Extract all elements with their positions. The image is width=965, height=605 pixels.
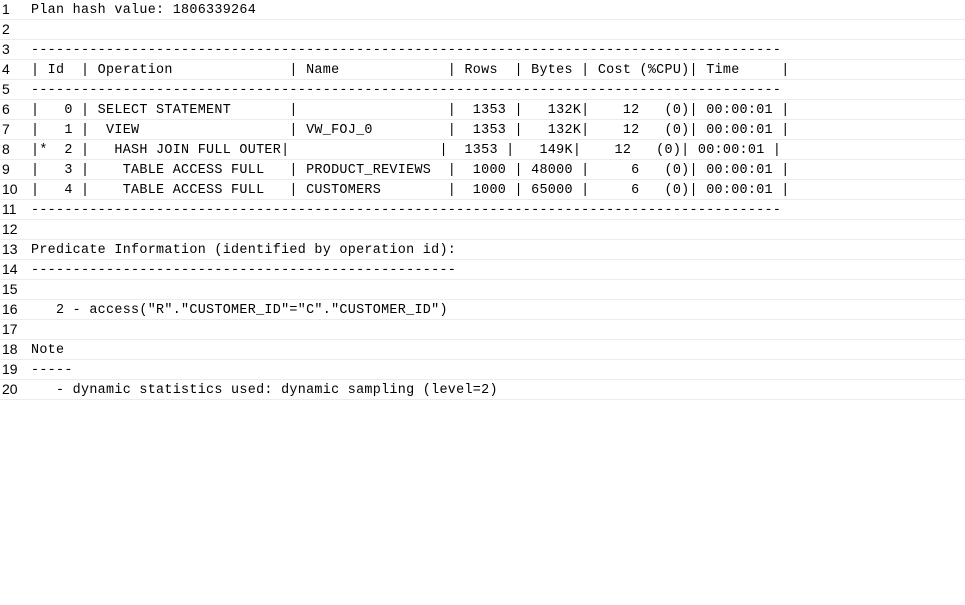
plan-line-row[interactable]: 19 ----- [0,360,965,380]
line-number: 7 [2,121,10,137]
plan-line-text[interactable]: ----------------------------------------… [31,80,965,100]
line-number: 9 [2,161,10,177]
plan-line-text[interactable]: ----- [31,360,965,380]
plan-line-text[interactable]: Predicate Information (identified by ope… [31,240,965,260]
line-number: 15 [2,281,18,297]
plan-line-text[interactable] [31,20,965,40]
line-number: 12 [2,221,18,237]
plan-line-row[interactable]: 10 | 4 | TABLE ACCESS FULL | CUSTOMERS | … [0,180,965,200]
line-number: 16 [2,301,18,317]
plan-line-text[interactable]: 2 - access("R"."CUSTOMER_ID"="C"."CUSTOM… [31,300,965,320]
plan-line-row[interactable]: 2 [0,20,965,40]
plan-line-row[interactable]: 1 Plan hash value: 1806339264 [0,0,965,20]
line-number: 11 [2,201,17,217]
plan-line-row[interactable]: 14 --------------------------------------… [0,260,965,280]
plan-line-text[interactable]: - dynamic statistics used: dynamic sampl… [31,380,965,400]
line-number: 18 [2,341,18,357]
plan-line-text[interactable]: Note [31,340,965,360]
line-number: 13 [2,241,18,257]
plan-line-text[interactable] [31,220,965,240]
line-number: 8 [2,141,10,157]
plan-line-row[interactable]: 9 | 3 | TABLE ACCESS FULL | PRODUCT_REVIE… [0,160,965,180]
plan-line-row[interactable]: 16 2 - access("R"."CUSTOMER_ID"="C"."CUS… [0,300,965,320]
plan-line-row[interactable]: 18 Note [0,340,965,360]
plan-line-row[interactable]: 12 [0,220,965,240]
line-number: 20 [2,381,18,397]
plan-line-row[interactable]: 17 [0,320,965,340]
plan-line-row[interactable]: 8 |* 2 | HASH JOIN FULL OUTER| | 1353 | 1… [0,140,965,160]
plan-line-text[interactable]: Plan hash value: 1806339264 [31,0,965,20]
plan-line-row[interactable]: 15 [0,280,965,300]
line-number: 3 [2,41,10,57]
plan-line-text[interactable]: | 4 | TABLE ACCESS FULL | CUSTOMERS | 10… [31,180,965,200]
plan-line-text[interactable]: ----------------------------------------… [31,260,965,280]
line-number: 10 [2,181,18,197]
plan-line-text[interactable]: | 1 | VIEW | VW_FOJ_0 | 1353 | 132K| 12 … [31,120,965,140]
plan-line-row[interactable]: 4 | Id | Operation | Name | Rows | Bytes … [0,60,965,80]
plan-line-row[interactable]: 20 - dynamic statistics used: dynamic sa… [0,380,965,400]
line-number: 14 [2,261,18,277]
line-number: 6 [2,101,10,117]
plan-line-text[interactable]: | Id | Operation | Name | Rows | Bytes |… [31,60,965,80]
plan-line-row[interactable]: 13 Predicate Information (identified by o… [0,240,965,260]
plan-line-row[interactable]: 6 | 0 | SELECT STATEMENT | | 1353 | 132K|… [0,100,965,120]
plan-line-text[interactable]: | 3 | TABLE ACCESS FULL | PRODUCT_REVIEW… [31,160,965,180]
line-number: 4 [2,61,10,77]
line-number: 1 [2,1,10,17]
plan-line-text[interactable]: ----------------------------------------… [31,40,965,60]
plan-line-row[interactable]: 5 ---------------------------------------… [0,80,965,100]
plan-line-text[interactable]: | 0 | SELECT STATEMENT | | 1353 | 132K| … [31,100,965,120]
plan-line-text[interactable]: |* 2 | HASH JOIN FULL OUTER| | 1353 | 14… [31,140,965,160]
plan-line-row[interactable]: 11 --------------------------------------… [0,200,965,220]
plan-line-text[interactable] [31,320,965,340]
plan-line-text[interactable]: ----------------------------------------… [31,200,965,220]
query-plan-output-grid[interactable]: 1 Plan hash value: 1806339264 2 3 --------… [0,0,965,605]
plan-line-row[interactable]: 3 ---------------------------------------… [0,40,965,60]
line-number: 17 [2,321,18,337]
plan-line-text[interactable] [31,280,965,300]
line-number: 19 [2,361,18,377]
line-number: 2 [2,21,10,37]
line-number: 5 [2,81,10,97]
plan-line-row[interactable]: 7 | 1 | VIEW | VW_FOJ_0 | 1353 | 132K| 12… [0,120,965,140]
